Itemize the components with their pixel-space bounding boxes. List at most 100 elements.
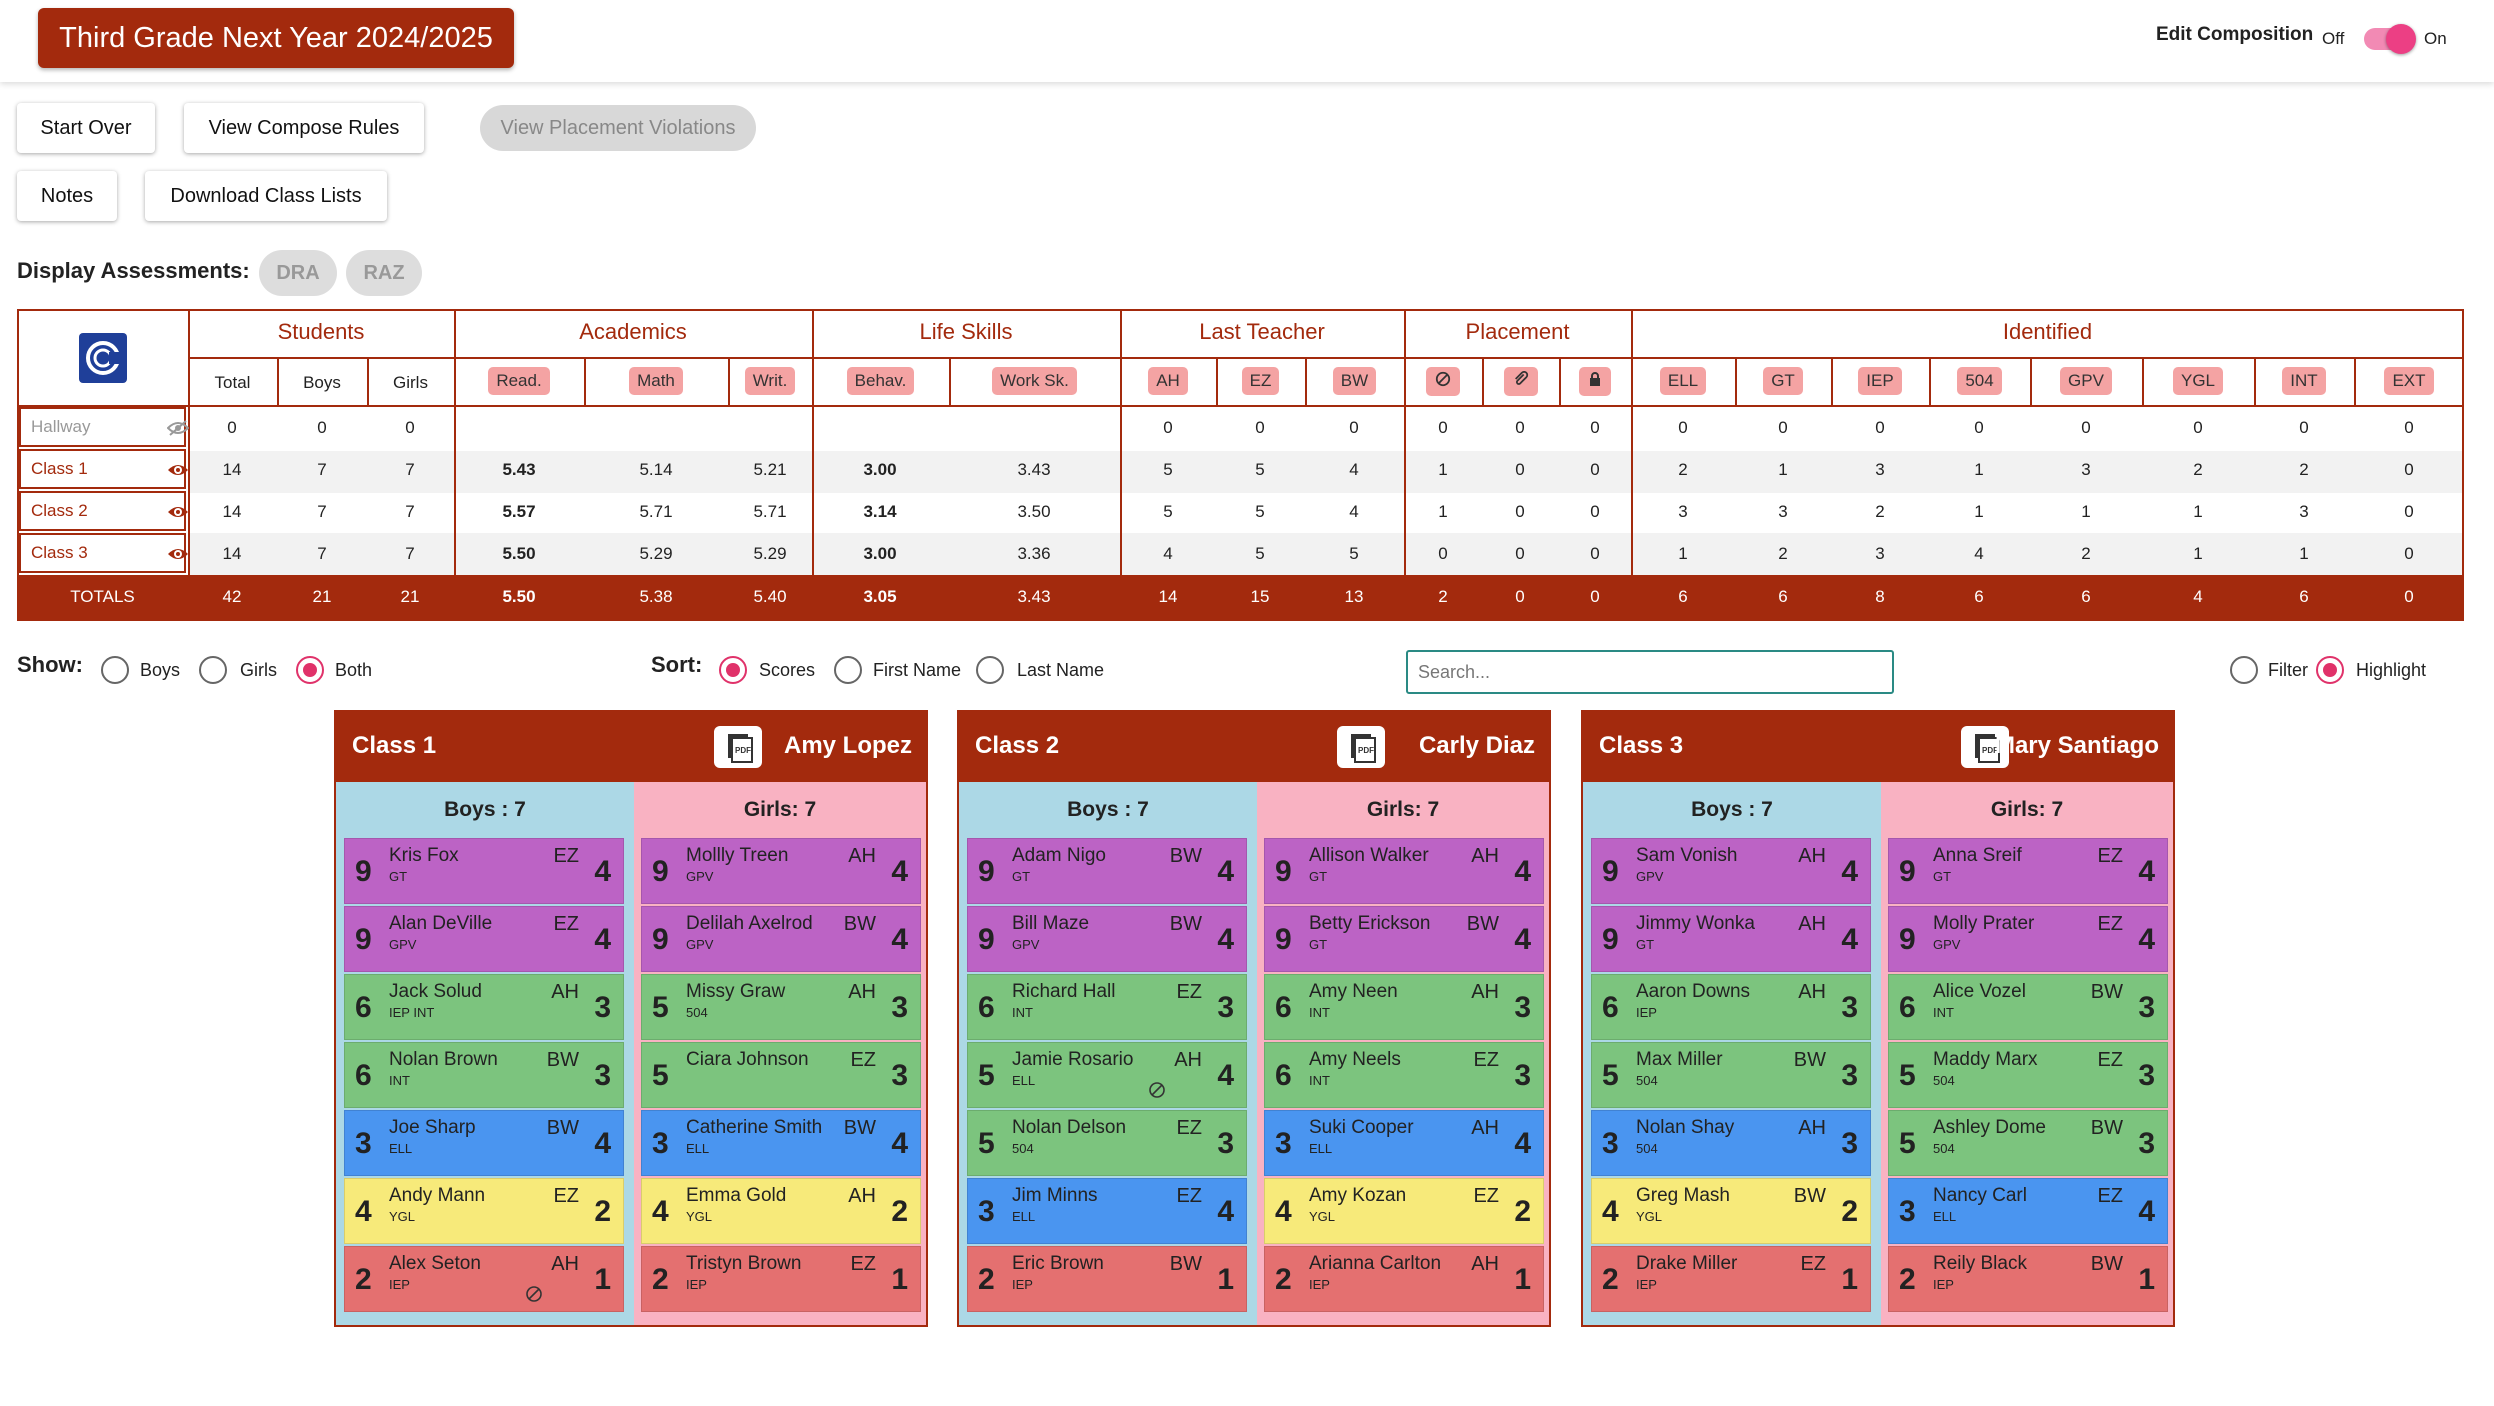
- view-compose-rules-button[interactable]: View Compose Rules: [184, 103, 424, 153]
- sort-scores-radio[interactable]: [719, 656, 747, 684]
- search-input[interactable]: [1406, 650, 1894, 694]
- app-title-button[interactable]: Third Grade Next Year 2024/2025: [38, 8, 514, 68]
- student-card[interactable]: 3 Catherine Smith ELL BW 4: [641, 1110, 921, 1176]
- col-ell[interactable]: ELL: [1659, 367, 1707, 395]
- student-card[interactable]: 4 Emma Gold YGL AH 2: [641, 1178, 921, 1244]
- student-card[interactable]: 9 Sam Vonish GPV AH 4: [1591, 838, 1871, 904]
- student-card[interactable]: 6 Amy Neen INT AH 3: [1264, 974, 1544, 1040]
- eye-icon[interactable]: [167, 546, 188, 560]
- student-card[interactable]: 9 Adam Nigo GT BW 4: [967, 838, 1247, 904]
- totals-cell: 0: [2404, 587, 2414, 606]
- student-card[interactable]: 5 Nolan Delson 504 EZ 3: [967, 1110, 1247, 1176]
- student-card[interactable]: 4 Amy Kozan YGL EZ 2: [1264, 1178, 1544, 1244]
- student-card[interactable]: 9 Molly Prater GPV EZ 4: [1888, 906, 2168, 972]
- show-both-radio[interactable]: [296, 656, 324, 684]
- student-card[interactable]: 2 Tristyn Brown IEP EZ 1: [641, 1246, 921, 1312]
- notes-button[interactable]: Notes: [17, 171, 117, 221]
- col-int[interactable]: INT: [2282, 367, 2326, 395]
- pdf-icon[interactable]: PDF: [714, 726, 762, 768]
- student-card[interactable]: 2 Alex Seton IEP AH 1: [344, 1246, 624, 1312]
- eye-icon[interactable]: [167, 504, 188, 518]
- student-card[interactable]: 3 Nancy Carl ELL EZ 4: [1888, 1178, 2168, 1244]
- col-504[interactable]: 504: [1957, 367, 2002, 395]
- summary-row-name[interactable]: Class 3: [19, 533, 186, 573]
- col-attach-icon[interactable]: [1503, 367, 1538, 396]
- student-card[interactable]: 2 Arianna Carlton IEP AH 1: [1264, 1246, 1544, 1312]
- student-card[interactable]: 2 Drake Miller IEP EZ 1: [1591, 1246, 1871, 1312]
- summary-row-name[interactable]: Class 2: [19, 491, 186, 531]
- toggle-knob[interactable]: [2386, 24, 2416, 54]
- show-boys-radio[interactable]: [101, 656, 129, 684]
- student-card[interactable]: 9 Alan DeVille GPV EZ 4: [344, 906, 624, 972]
- student-card[interactable]: 5 Maddy Marx 504 EZ 3: [1888, 1042, 2168, 1108]
- student-tags: IEP: [686, 1277, 707, 1292]
- student-card[interactable]: 9 Betty Erickson GT BW 4: [1264, 906, 1544, 972]
- student-card[interactable]: 5 Ashley Dome 504 BW 3: [1888, 1110, 2168, 1176]
- summary-row-name[interactable]: Class 1: [19, 449, 186, 489]
- student-card[interactable]: 6 Richard Hall INT EZ 3: [967, 974, 1247, 1040]
- student-tags: GT: [1636, 937, 1655, 952]
- student-card[interactable]: 5 Ciara Johnson EZ 3: [641, 1042, 921, 1108]
- student-card[interactable]: 2 Eric Brown IEP BW 1: [967, 1246, 1247, 1312]
- student-name: Ashley Dome: [1933, 1117, 2046, 1138]
- group-identified: Identified: [2002, 319, 2093, 344]
- student-card[interactable]: 5 Missy Graw 504 AH 3: [641, 974, 921, 1040]
- teacher-name[interactable]: Carly Diaz: [1419, 732, 1535, 760]
- student-card[interactable]: 9 Allison Walker GT AH 4: [1264, 838, 1544, 904]
- student-card[interactable]: 5 Max Miller 504 BW 3: [1591, 1042, 1871, 1108]
- student-card[interactable]: 4 Andy Mann YGL EZ 2: [344, 1178, 624, 1244]
- student-card[interactable]: 4 Greg Mash YGL BW 2: [1591, 1178, 1871, 1244]
- student-card[interactable]: 9 Kris Fox GT EZ 4: [344, 838, 624, 904]
- col-math[interactable]: Math: [629, 367, 683, 395]
- col-bw[interactable]: BW: [1332, 367, 1377, 395]
- col-ext[interactable]: EXT: [2384, 367, 2434, 395]
- col-gt[interactable]: GT: [1763, 367, 1803, 395]
- col-iep[interactable]: IEP: [1858, 367, 1902, 395]
- pdf-icon[interactable]: PDF: [1337, 726, 1385, 768]
- student-card[interactable]: 6 Jack Solud IEP INT AH 3: [344, 974, 624, 1040]
- filter-radio[interactable]: [2230, 656, 2258, 684]
- col-ygl[interactable]: YGL: [2172, 367, 2224, 395]
- assessment-chip-dra[interactable]: DRA: [259, 250, 337, 296]
- col-ez[interactable]: EZ: [1241, 367, 1280, 395]
- col-ah[interactable]: AH: [1148, 367, 1188, 395]
- download-class-lists-button[interactable]: Download Class Lists: [145, 171, 387, 221]
- student-card[interactable]: 9 Bill Maze GPV BW 4: [967, 906, 1247, 972]
- student-rating: 3: [2138, 991, 2155, 1024]
- col-gpv[interactable]: GPV: [2060, 367, 2112, 395]
- student-card[interactable]: 9 Delilah Axelrod GPV BW 4: [641, 906, 921, 972]
- student-card[interactable]: 9 Mollly Treen GPV AH 4: [641, 838, 921, 904]
- student-card[interactable]: 6 Alice Vozel INT BW 3: [1888, 974, 2168, 1040]
- col-blocked-icon[interactable]: [1426, 367, 1460, 396]
- col-read[interactable]: Read.: [488, 367, 550, 395]
- student-card[interactable]: 6 Nolan Brown INT BW 3: [344, 1042, 624, 1108]
- student-card[interactable]: 3 Nolan Shay 504 AH 3: [1591, 1110, 1871, 1176]
- edit-composition-toggle[interactable]: [2364, 24, 2416, 54]
- student-card[interactable]: 6 Aaron Downs IEP AH 3: [1591, 974, 1871, 1040]
- student-card[interactable]: 9 Anna Sreif GT EZ 4: [1888, 838, 2168, 904]
- student-card[interactable]: 3 Jim Minns ELL EZ 4: [967, 1178, 1247, 1244]
- summary-row-name[interactable]: Hallway: [19, 407, 186, 447]
- sort-first-name-radio[interactable]: [834, 656, 862, 684]
- student-rating: 4: [2138, 1195, 2155, 1228]
- student-card[interactable]: 2 Reily Black IEP BW 1: [1888, 1246, 2168, 1312]
- col-behav[interactable]: Behav.: [846, 367, 915, 395]
- highlight-radio[interactable]: [2316, 656, 2344, 684]
- sort-last-name-radio[interactable]: [976, 656, 1004, 684]
- col-writ[interactable]: Writ.: [744, 367, 796, 395]
- assessment-chip-raz[interactable]: RAZ: [346, 250, 422, 296]
- col-work-skills[interactable]: Work Sk.: [992, 367, 1077, 395]
- student-card[interactable]: 3 Joe Sharp ELL BW 4: [344, 1110, 624, 1176]
- col-lock-icon[interactable]: [1579, 367, 1611, 396]
- eye-off-icon[interactable]: [166, 420, 190, 436]
- teacher-name[interactable]: Mary Santiago: [1995, 732, 2159, 760]
- start-over-button[interactable]: Start Over: [17, 103, 155, 153]
- student-card[interactable]: 3 Suki Cooper ELL AH 4: [1264, 1110, 1544, 1176]
- view-placement-violations-button[interactable]: View Placement Violations: [480, 105, 756, 151]
- student-card[interactable]: 9 Jimmy Wonka GT AH 4: [1591, 906, 1871, 972]
- teacher-name[interactable]: Amy Lopez: [784, 732, 912, 760]
- student-card[interactable]: 5 Jamie Rosario ELL AH 4: [967, 1042, 1247, 1108]
- eye-icon[interactable]: [167, 462, 188, 476]
- student-card[interactable]: 6 Amy Neels INT EZ 3: [1264, 1042, 1544, 1108]
- show-girls-radio[interactable]: [199, 656, 227, 684]
